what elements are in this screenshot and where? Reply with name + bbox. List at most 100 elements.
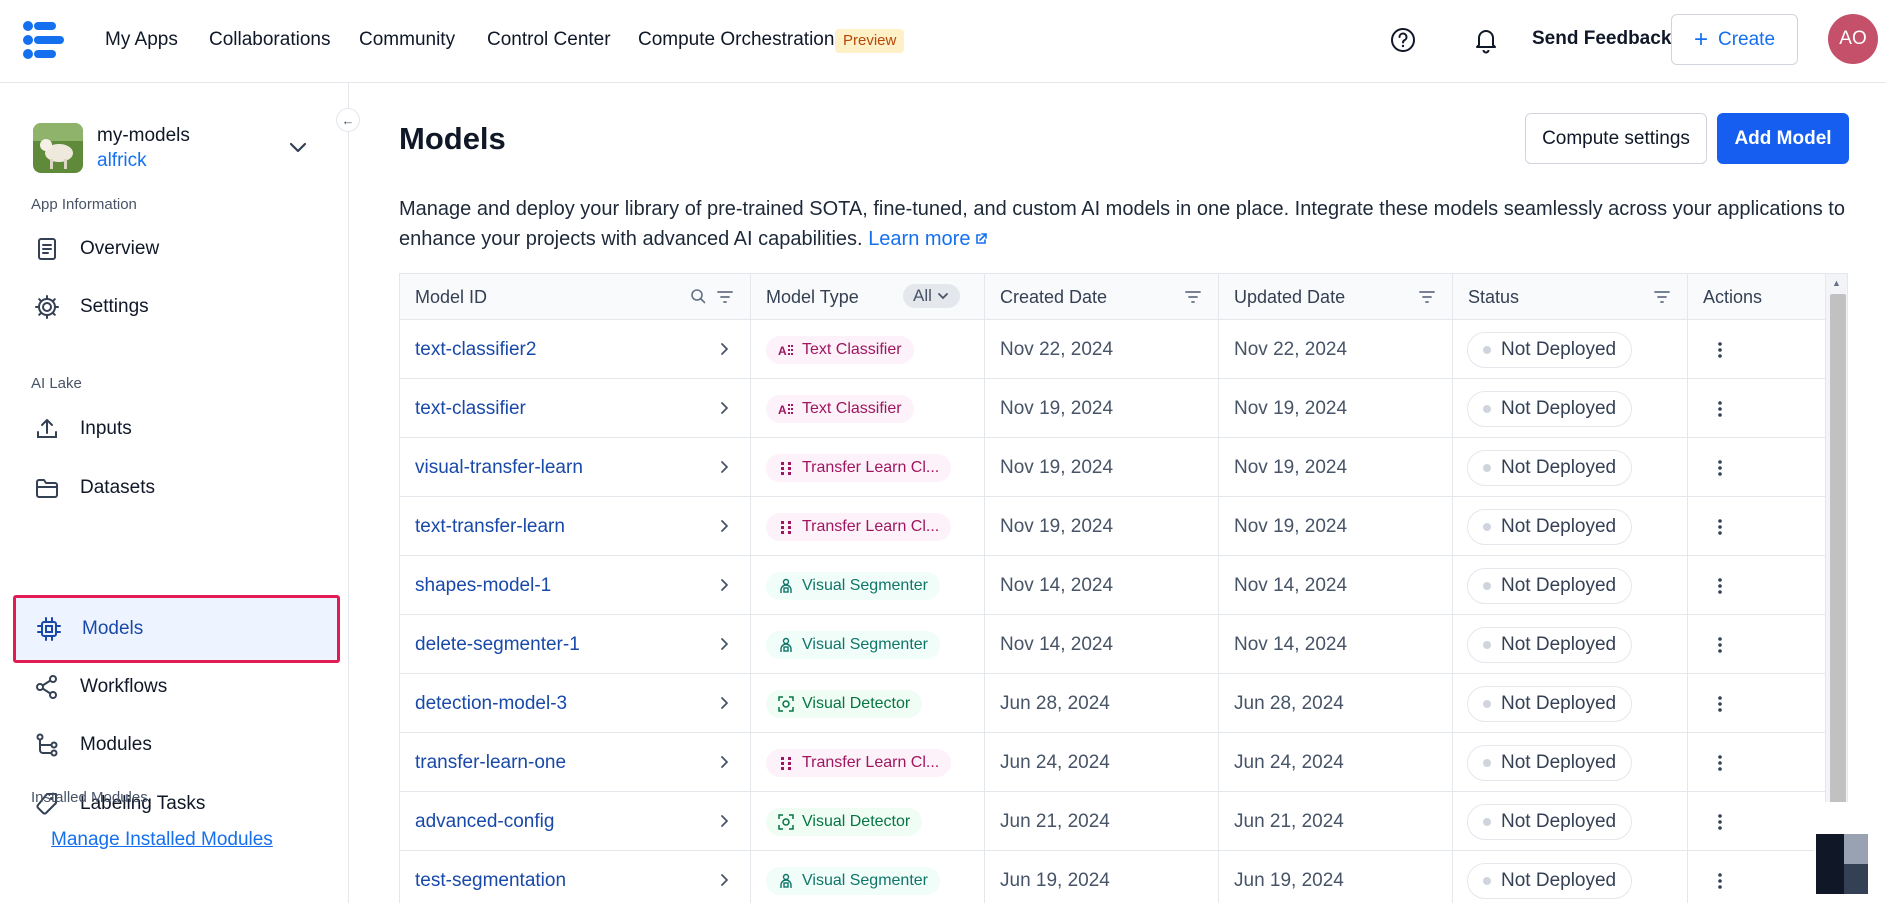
model-type-badge: Visual Segmenter — [766, 571, 940, 600]
cell-status: Not Deployed — [1453, 674, 1688, 733]
cell-model-id: transfer-learn-one — [400, 733, 751, 792]
more-options-icon[interactable] — [1710, 399, 1730, 419]
table-row[interactable]: shapes-model-1 Visual Segmenter Nov 14, … — [400, 556, 1825, 615]
model-id-link[interactable]: test-segmentation — [415, 870, 566, 892]
model-id-link[interactable]: shapes-model-1 — [415, 575, 551, 597]
chevron-right-icon[interactable] — [716, 341, 732, 357]
nav-compute-orchestration[interactable]: Compute Orchestration — [638, 28, 834, 52]
more-options-icon[interactable] — [1710, 694, 1730, 714]
column-status[interactable]: Status — [1453, 274, 1688, 320]
more-options-icon[interactable] — [1710, 340, 1730, 360]
column-updated-date[interactable]: Updated Date — [1219, 274, 1453, 320]
send-feedback-button[interactable]: Send Feedback — [1532, 28, 1671, 50]
model-type-label: Visual Segmenter — [802, 871, 928, 889]
model-id-link[interactable]: detection-model-3 — [415, 693, 567, 715]
nav-control-center[interactable]: Control Center — [487, 28, 611, 52]
cell-created-date: Jun 21, 2024 — [985, 792, 1219, 851]
manage-installed-modules-link[interactable]: Manage Installed Modules — [51, 829, 273, 851]
more-options-icon[interactable] — [1710, 635, 1730, 655]
scrollbar-thumb[interactable] — [1830, 294, 1846, 854]
more-options-icon[interactable] — [1710, 576, 1730, 596]
chevron-right-icon[interactable] — [716, 754, 732, 770]
column-model-id[interactable]: Model ID — [400, 274, 751, 320]
table-row[interactable]: detection-model-3 Visual Detector Jun 28… — [400, 674, 1825, 733]
status-label: Not Deployed — [1501, 515, 1617, 537]
floating-widget-icon[interactable] — [1814, 802, 1870, 903]
model-id-link[interactable]: visual-transfer-learn — [415, 457, 583, 479]
svg-text:A: A — [778, 403, 787, 417]
nav-my-apps[interactable]: My Apps — [105, 28, 178, 52]
nav-community[interactable]: Community — [359, 28, 455, 52]
column-created-date[interactable]: Created Date — [985, 274, 1219, 320]
cell-model-type: A Text Classifier — [751, 320, 985, 379]
model-type-label: Visual Detector — [802, 812, 911, 830]
table-row[interactable]: text-classifier2 A Text Classifier Nov 2… — [400, 320, 1825, 379]
chevron-right-icon[interactable] — [716, 695, 732, 711]
compute-settings-button[interactable]: Compute settings — [1525, 113, 1707, 164]
status-badge: Not Deployed — [1467, 390, 1633, 427]
nav-collaborations[interactable]: Collaborations — [209, 28, 330, 52]
app-name[interactable]: my-models — [97, 125, 190, 147]
sidebar-item-models[interactable]: Models — [13, 595, 340, 663]
model-id-link[interactable]: advanced-config — [415, 811, 554, 833]
create-button[interactable]: + Create — [1671, 14, 1798, 65]
more-options-icon[interactable] — [1710, 812, 1730, 832]
cell-model-id: delete-segmenter-1 — [400, 615, 751, 674]
add-model-button[interactable]: Add Model — [1717, 113, 1849, 164]
filter-icon[interactable] — [1184, 288, 1202, 306]
sidebar-item-label: Settings — [80, 296, 149, 317]
model-type-label: Visual Segmenter — [802, 576, 928, 594]
collapse-sidebar-button[interactable]: ← — [336, 108, 360, 132]
sidebar-item-workflows[interactable]: Workflows — [14, 654, 339, 720]
model-id-link[interactable]: delete-segmenter-1 — [415, 634, 580, 656]
table-row[interactable]: delete-segmenter-1 Visual Segmenter Nov … — [400, 615, 1825, 674]
sidebar-item-datasets[interactable]: Datasets — [14, 455, 339, 521]
table-row[interactable]: test-segmentation Visual Segmenter Jun 1… — [400, 851, 1825, 903]
chevron-right-icon[interactable] — [716, 518, 732, 534]
table-row[interactable]: visual-transfer-learn Transfer Learn Cl.… — [400, 438, 1825, 497]
learn-more-link[interactable]: Learn more — [868, 228, 988, 250]
chevron-right-icon[interactable] — [716, 872, 732, 888]
notification-bell-icon[interactable] — [1473, 26, 1499, 54]
more-options-icon[interactable] — [1710, 871, 1730, 891]
cell-created-date: Nov 14, 2024 — [985, 615, 1219, 674]
sidebar-item-inputs[interactable]: Inputs — [14, 396, 339, 462]
clarifai-logo-icon[interactable] — [20, 18, 68, 62]
more-options-icon[interactable] — [1710, 517, 1730, 537]
sidebar-item-modules[interactable]: Modules — [14, 712, 339, 778]
cell-model-id: visual-transfer-learn — [400, 438, 751, 497]
filter-icon[interactable] — [1418, 288, 1436, 306]
arrow-left-icon: ← — [341, 112, 355, 128]
chevron-right-icon[interactable] — [716, 400, 732, 416]
model-type-filter-dropdown[interactable]: All — [903, 284, 960, 308]
cell-actions — [1688, 438, 1825, 497]
table-row[interactable]: text-transfer-learn Transfer Learn Cl...… — [400, 497, 1825, 556]
more-options-icon[interactable] — [1710, 753, 1730, 773]
more-options-icon[interactable] — [1710, 458, 1730, 478]
table-row[interactable]: transfer-learn-one Transfer Learn Cl... … — [400, 733, 1825, 792]
chevron-right-icon[interactable] — [716, 813, 732, 829]
help-icon[interactable] — [1390, 27, 1416, 53]
model-id-link[interactable]: text-classifier — [415, 398, 526, 420]
sidebar-item-settings[interactable]: Settings — [14, 274, 339, 340]
model-id-link[interactable]: text-transfer-learn — [415, 516, 565, 538]
chevron-down-icon[interactable] — [286, 135, 310, 159]
model-id-link[interactable]: transfer-learn-one — [415, 752, 566, 774]
sidebar-item-overview[interactable]: Overview — [14, 216, 339, 282]
model-id-link[interactable]: text-classifier2 — [415, 339, 536, 361]
preview-badge: Preview — [835, 29, 905, 53]
filter-icon[interactable] — [1653, 288, 1671, 306]
search-icon[interactable] — [690, 288, 706, 304]
scroll-up-arrow-icon[interactable]: ▲ — [1832, 278, 1841, 288]
app-owner-link[interactable]: alfrick — [97, 150, 147, 172]
status-label: Not Deployed — [1501, 810, 1617, 832]
chevron-right-icon[interactable] — [716, 577, 732, 593]
table-row[interactable]: advanced-config Visual Detector Jun 21, … — [400, 792, 1825, 851]
status-dot-icon — [1483, 522, 1491, 531]
chevron-right-icon[interactable] — [716, 459, 732, 475]
filter-icon[interactable] — [716, 288, 734, 306]
chevron-right-icon[interactable] — [716, 636, 732, 652]
user-avatar[interactable]: AO — [1828, 14, 1878, 64]
column-label: Status — [1468, 286, 1520, 307]
table-row[interactable]: text-classifier A Text Classifier Nov 19… — [400, 379, 1825, 438]
